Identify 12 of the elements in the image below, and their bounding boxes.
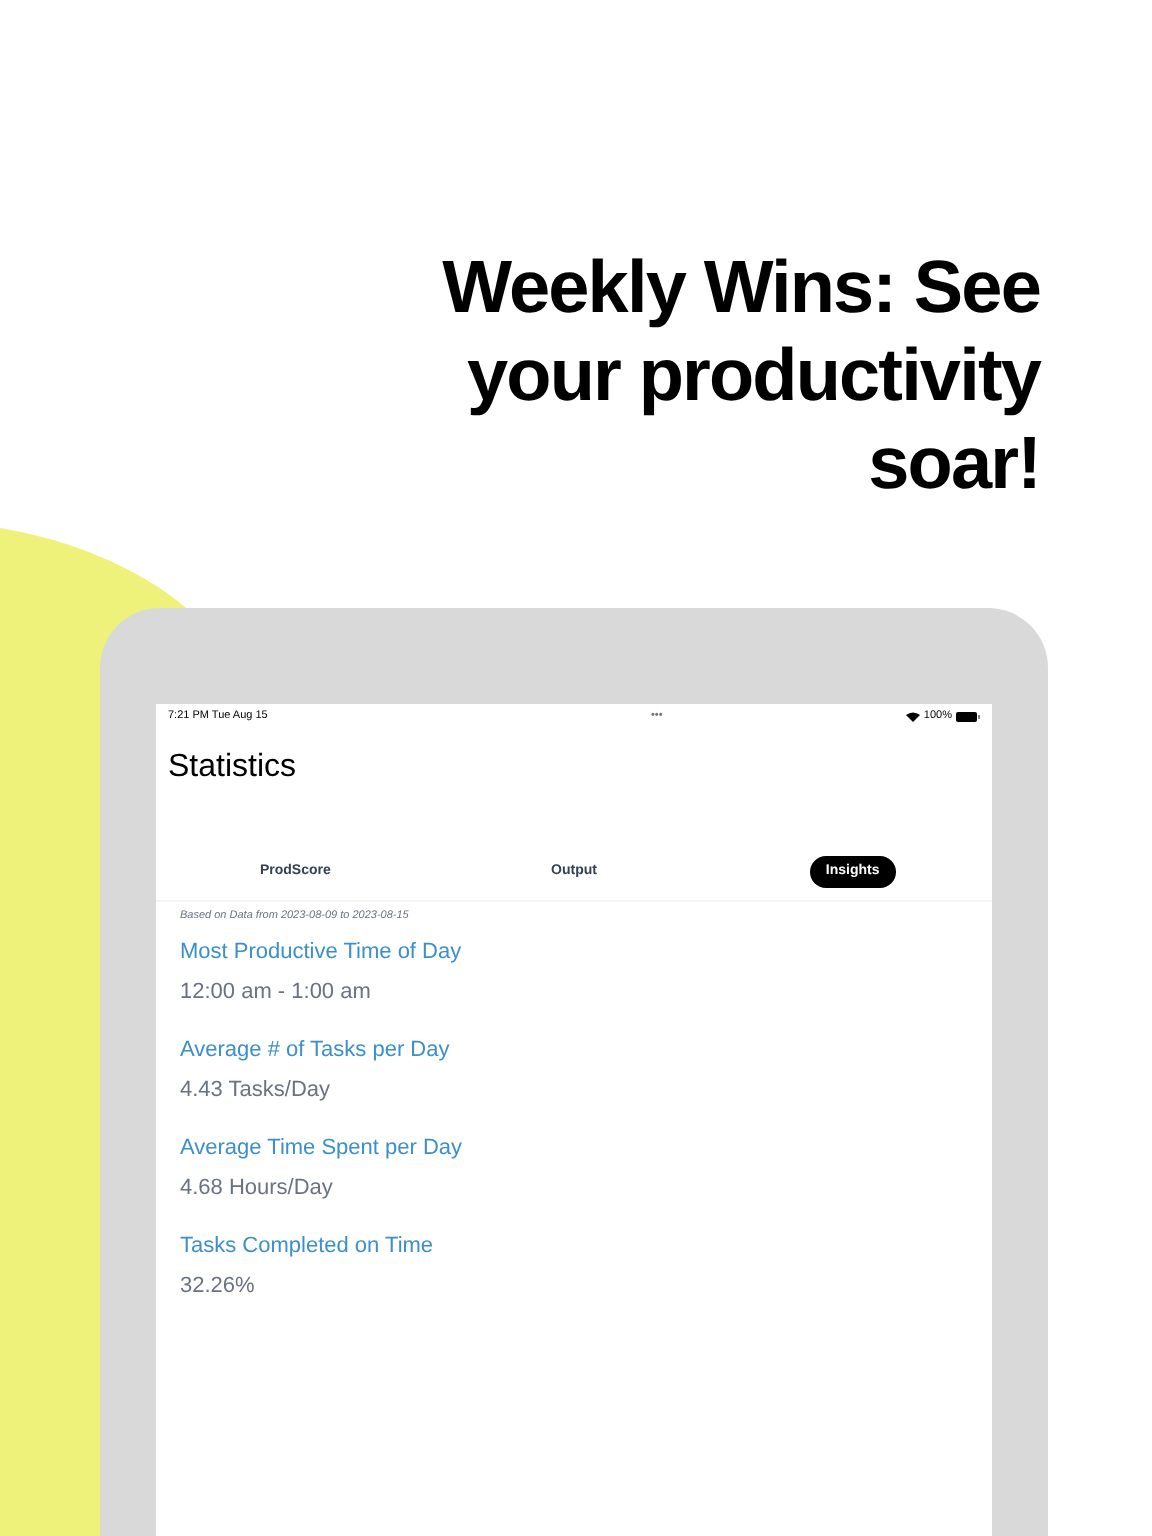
stat-value: 32.26% [180, 1271, 257, 1302]
stat-label: Average # of Tasks per Day [180, 1036, 452, 1067]
stat-value: 4.43 Tasks/Day [180, 1075, 333, 1106]
battery-icon [955, 711, 980, 721]
stat-label: Average Time Spent per Day [180, 1134, 465, 1165]
screen-title: Statistics [168, 748, 299, 788]
stat-value: 12:00 am - 1:00 am [180, 977, 373, 1008]
wifi-icon [905, 711, 920, 721]
headline: Weekly Wins: See your productivity soar! [440, 244, 1040, 508]
stat-value: 4.68 Hours/Day [180, 1173, 335, 1204]
stat-label: Tasks Completed on Time [180, 1232, 436, 1263]
stat-label: Most Productive Time of Day [180, 938, 464, 969]
